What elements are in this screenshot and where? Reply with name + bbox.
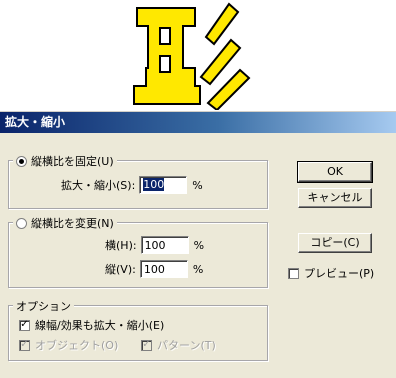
patterns-option[interactable]: ✓ パターン(T) [141, 337, 216, 353]
objects-option[interactable]: ✓ オブジェクト(O) [19, 337, 118, 353]
scale-strokes-checkbox[interactable]: ✓ [19, 319, 30, 331]
scale-strokes-option[interactable]: ✓ 線幅/効果も拡大・縮小(E) [19, 317, 164, 333]
scale-strokes-label: 線幅/効果も拡大・縮小(E) [35, 319, 165, 332]
objects-checkbox[interactable]: ✓ [19, 339, 30, 351]
keep-ratio-label: 縦横比を固定(U) [31, 155, 114, 168]
change-ratio-radio[interactable] [16, 217, 27, 229]
options-group: オプション ✓ 線幅/効果も拡大・縮小(E) ✓ オブジェクト(O) ✓ パター… [8, 298, 268, 361]
scale-dialog: 拡大・縮小 縦横比を固定(U) 拡大・縮小(S): 100 % 縦横比を変更(N… [0, 111, 396, 378]
artwork-glyph-left [133, 7, 201, 105]
horizontal-row: 横(H): % [105, 236, 204, 254]
keep-ratio-option[interactable]: 縦横比を固定(U) [13, 153, 117, 169]
scale-input[interactable]: 100 [139, 176, 188, 194]
preview-label: プレビュー(P) [304, 267, 375, 280]
change-ratio-label: 縦横比を変更(N) [31, 217, 114, 230]
vertical-label: 縦(V): [105, 263, 136, 276]
canvas-artwork [133, 2, 251, 110]
preview-option[interactable]: プレビュー(P) [288, 265, 374, 281]
artwork-glyph-right [199, 2, 251, 110]
check-mark-icon: ✓ [142, 339, 151, 350]
horizontal-label: 横(H): [105, 239, 137, 252]
change-ratio-option[interactable]: 縦横比を変更(N) [13, 215, 117, 231]
objects-label: オブジェクト(O) [35, 339, 119, 352]
keep-ratio-radio[interactable] [16, 155, 27, 167]
patterns-checkbox[interactable]: ✓ [141, 339, 152, 351]
scale-row: 拡大・縮小(S): 100 % [61, 176, 203, 194]
horizontal-input[interactable] [140, 236, 189, 254]
options-label: オプション [16, 300, 71, 313]
cancel-button[interactable]: キャンセル [298, 188, 372, 208]
copy-button[interactable]: コピー(C) [298, 233, 372, 253]
horizontal-unit: % [193, 238, 205, 252]
scale-label: 拡大・縮小(S): [61, 179, 136, 192]
scale-value: 100 [143, 178, 165, 191]
vertical-unit: % [192, 262, 204, 276]
dialog-title: 拡大・縮小 [0, 112, 396, 133]
ok-button[interactable]: OK [297, 161, 373, 183]
vertical-row: 縦(V): % [105, 260, 203, 278]
preview-checkbox[interactable] [288, 267, 299, 279]
keep-ratio-group: 縦横比を固定(U) 拡大・縮小(S): 100 % [8, 153, 268, 209]
vertical-input[interactable] [139, 260, 188, 278]
patterns-label: パターン(T) [157, 339, 216, 352]
radio-selected-dot [19, 158, 24, 164]
check-mark-icon: ✓ [20, 319, 29, 330]
change-ratio-group: 縦横比を変更(N) 横(H): % 縦(V): % [8, 215, 268, 288]
options-legend: オプション [13, 298, 74, 314]
scale-unit: % [192, 178, 203, 192]
check-mark-icon: ✓ [20, 339, 29, 350]
